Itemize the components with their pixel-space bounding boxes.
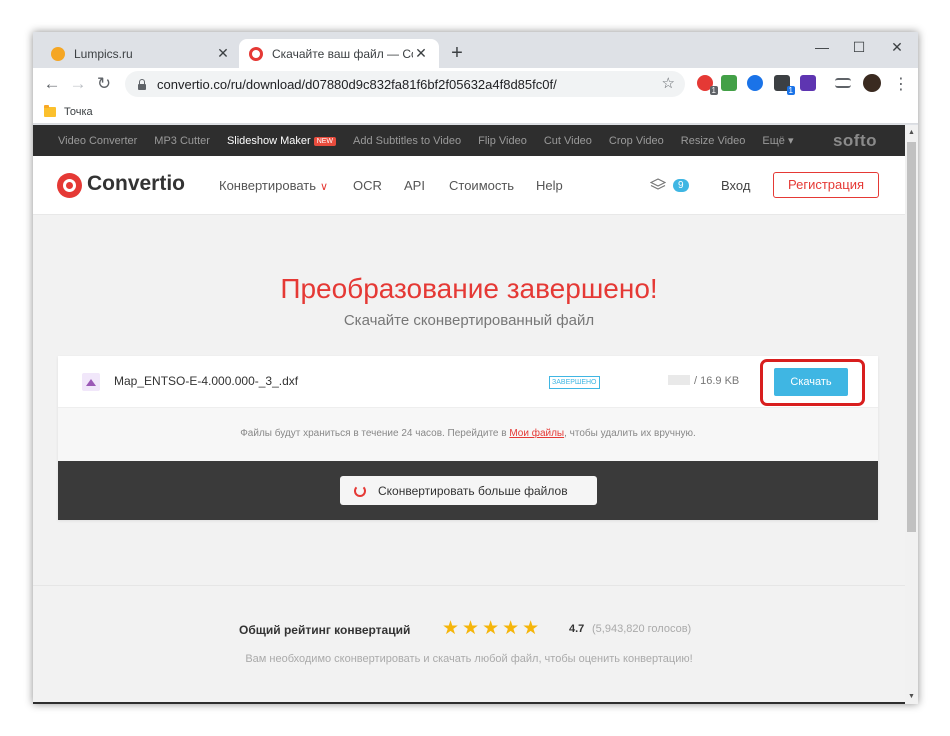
file-row: Map_ENTSO-E-4.000.000-_3_.dxf ЗАВЕРШЕНО … xyxy=(58,356,878,408)
folder-icon xyxy=(44,104,56,117)
rating-section: Общий рейтинг конвертаций ★★★★★ 4.7 (5,9… xyxy=(33,585,905,703)
file-size-value: / 16.9 KB xyxy=(694,375,740,387)
rating-value: 4.7 xyxy=(569,623,585,635)
softo-link[interactable]: Crop Video xyxy=(609,135,664,147)
layers-icon[interactable] xyxy=(650,178,666,192)
url-text: convertio.co/ru/download/d07880d9c832fa8… xyxy=(157,76,557,92)
annotation-highlight-box xyxy=(760,359,865,406)
new-tab-button[interactable]: + xyxy=(447,43,467,63)
extension-cube-icon[interactable]: 1 xyxy=(774,75,795,95)
softo-top-bar: Video Converter MP3 Cutter Slideshow Mak… xyxy=(33,125,905,156)
tab-lumpics[interactable]: Lumpics.ru ✕ xyxy=(41,39,241,68)
address-bar[interactable]: convertio.co/ru/download/d07880d9c832fa8… xyxy=(125,71,685,97)
page-viewport: Video Converter MP3 Cutter Slideshow Mak… xyxy=(33,125,905,704)
convert-more-button[interactable]: Сконвертировать больше файлов xyxy=(340,476,597,505)
login-link[interactable]: Вход xyxy=(721,178,750,193)
redo-icon xyxy=(354,484,366,497)
scrollbar[interactable]: ▲ ▼ xyxy=(905,125,918,704)
file-name: Map_ENTSO-E-4.000.000-_3_.dxf xyxy=(114,374,299,388)
status-badge: ЗАВЕРШЕНО xyxy=(549,376,600,389)
tab-title: Lumpics.ru xyxy=(74,46,133,61)
files-count-badge: 9 xyxy=(673,179,689,192)
softo-link-label: Slideshow Maker xyxy=(226,134,311,147)
softo-link[interactable]: Cut Video xyxy=(544,135,592,147)
forward-button[interactable]: → xyxy=(65,74,91,94)
softo-link[interactable]: MP3 Cutter xyxy=(154,135,210,147)
retention-text: Файлы будут храниться в течение 24 часов… xyxy=(240,428,510,439)
new-badge: NEW xyxy=(313,136,337,146)
convertio-logo[interactable]: Convertio xyxy=(87,172,185,196)
bookmark-star-icon[interactable]: ☆ xyxy=(662,74,675,92)
page-subtitle: Скачайте сконвертированный файл xyxy=(343,312,595,329)
profile-avatar[interactable] xyxy=(863,74,881,92)
bookmarks-bar: Точка xyxy=(33,100,918,124)
window-close-button[interactable]: ✕ xyxy=(882,36,912,58)
nav-pricing[interactable]: Стоимость xyxy=(449,178,514,193)
softo-link[interactable]: Flip Video xyxy=(478,135,527,147)
softo-link[interactable]: Video Converter xyxy=(58,135,137,147)
maximize-button[interactable]: ☐ xyxy=(844,36,874,58)
softo-link-slideshow[interactable]: Slideshow Maker NEW xyxy=(226,134,337,147)
media-control-icon[interactable] xyxy=(835,78,851,88)
extension-red-icon[interactable]: 1 xyxy=(697,75,718,95)
convertio-logo-icon[interactable] xyxy=(57,173,82,198)
softo-link[interactable]: Resize Video xyxy=(681,135,746,147)
lumpics-favicon-icon xyxy=(51,46,65,61)
bookmark-tochka[interactable]: Точка xyxy=(64,106,93,118)
image-file-icon xyxy=(82,373,100,391)
tab-convertio[interactable]: Скачайте ваш файл — Convertio ✕ xyxy=(239,39,439,68)
convertio-favicon-icon xyxy=(249,46,263,61)
browser-toolbar: ← → ↻ convertio.co/ru/download/d07880d9c… xyxy=(33,68,918,100)
browser-window: Lumpics.ru ✕ Скачайте ваш файл — Convert… xyxy=(33,32,918,704)
file-result-card: Map_ENTSO-E-4.000.000-_3_.dxf ЗАВЕРШЕНО … xyxy=(58,356,878,520)
page-title: Преобразование завершено! xyxy=(280,273,658,304)
convert-more-label: Сконвертировать больше файлов xyxy=(378,483,568,498)
tab-title: Скачайте ваш файл — Convertio xyxy=(272,46,413,61)
softo-more-dropdown[interactable]: Ещё ▾ xyxy=(762,134,793,147)
chevron-down-icon: ∨ xyxy=(320,181,329,193)
scrollbar-thumb[interactable] xyxy=(907,142,916,532)
tab-close-icon[interactable]: ✕ xyxy=(215,45,231,62)
page-footer xyxy=(33,702,905,704)
browser-menu-icon[interactable]: ⋮ xyxy=(888,74,914,94)
nav-ocr[interactable]: OCR xyxy=(353,178,382,193)
scroll-up-icon[interactable]: ▲ xyxy=(905,129,918,136)
back-button[interactable]: ← xyxy=(39,74,65,94)
rating-votes: (5,943,820 голосов) xyxy=(592,623,692,635)
extension-purple-icon[interactable] xyxy=(800,75,816,91)
retention-text: , чтобы удалить их вручную. xyxy=(564,428,696,439)
convert-more-bar: Сконвертировать больше файлов xyxy=(58,461,878,520)
tab-strip: Lumpics.ru ✕ Скачайте ваш файл — Convert… xyxy=(33,32,918,68)
nav-api[interactable]: API xyxy=(404,178,425,193)
softo-logo[interactable]: softo xyxy=(833,131,877,151)
extension-green-icon[interactable] xyxy=(721,75,737,91)
rating-stars-icon[interactable]: ★★★★★ xyxy=(442,617,542,640)
tab-close-icon[interactable]: ✕ xyxy=(413,45,429,62)
extension-globe-icon[interactable] xyxy=(747,75,763,91)
softo-link[interactable]: Add Subtitles to Video xyxy=(353,135,461,147)
site-header: Convertio Конвертировать ∨ OCR API Стоимо… xyxy=(33,156,905,215)
blurred-size xyxy=(668,375,690,385)
minimize-button[interactable]: — xyxy=(807,36,837,58)
nav-help[interactable]: Help xyxy=(536,178,563,193)
rating-label: Общий рейтинг конвертаций xyxy=(239,623,411,637)
nav-label: Конвертировать xyxy=(219,178,317,193)
reload-button[interactable]: ↻ xyxy=(91,74,117,94)
rating-note: Вам необходимо сконвертировать и скачать… xyxy=(245,653,693,665)
register-button[interactable]: Регистрация xyxy=(773,172,879,198)
nav-convert-dropdown[interactable]: Конвертировать ∨ xyxy=(219,178,328,193)
lock-icon xyxy=(137,78,147,90)
file-size: / 16.9 KB xyxy=(668,375,739,387)
scroll-down-icon[interactable]: ▼ xyxy=(905,693,918,700)
my-files-link[interactable]: Мои файлы xyxy=(509,428,564,439)
retention-note: Файлы будут храниться в течение 24 часов… xyxy=(58,428,878,439)
